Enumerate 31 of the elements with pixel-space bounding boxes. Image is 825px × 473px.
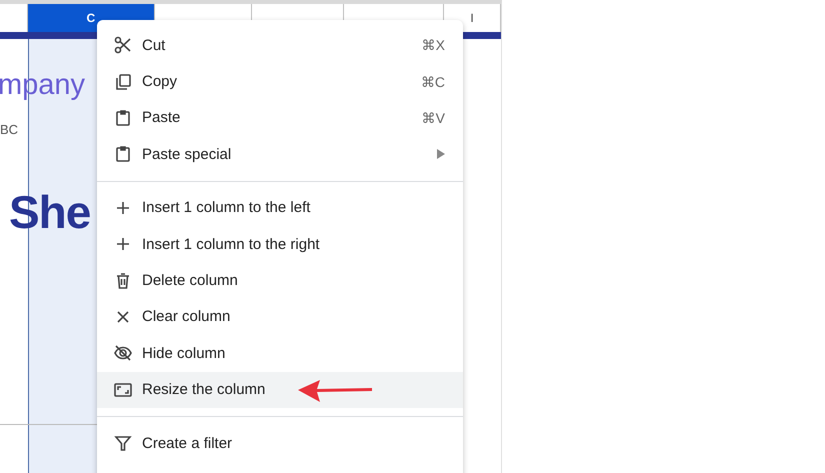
menu-item[interactable]: Delete column (97, 262, 463, 299)
menu-item[interactable]: Insert 1 column to the right (97, 226, 463, 262)
menu-label: Insert 1 column to the right (142, 236, 321, 253)
scissors-icon (113, 35, 133, 56)
menu-item[interactable]: Insert 1 column to the left (97, 190, 463, 226)
eye-off-icon (113, 343, 133, 364)
clipboard-icon (113, 144, 133, 164)
menu-label: Copy (142, 73, 178, 90)
menu-item[interactable]: Hide column (97, 335, 463, 372)
menu-item[interactable]: Paste special (97, 136, 463, 173)
shortcut-text: ⌘V (422, 110, 445, 126)
menu-label: Resize the column (142, 381, 266, 398)
menu-label: Delete column (142, 272, 239, 290)
menu-label: Clear column (142, 308, 232, 326)
menu-label: Cut (142, 36, 166, 54)
menu-label: Insert 1 column to the left (142, 199, 312, 216)
menu-label: Hide column (142, 344, 226, 362)
menu-item[interactable]: Create a filter (97, 424, 463, 462)
menu-item[interactable]: Clear column (97, 298, 463, 336)
cell-text: BC (0, 122, 18, 137)
filter-icon (113, 433, 133, 454)
menu-label: Paste (142, 109, 182, 126)
copy-icon (113, 72, 133, 92)
menu-label: Create a filter (142, 434, 234, 452)
shortcut-text: ⌘X (422, 37, 445, 54)
shortcut-text: ⌘C (420, 74, 445, 90)
menu-label: Paste special (142, 146, 232, 163)
clipboard-icon (113, 108, 133, 128)
menu-item[interactable]: Copy ⌘C (97, 63, 463, 100)
menu-item[interactable]: Paste ⌘V (97, 100, 463, 136)
menu-item[interactable]: Resize the column (97, 372, 463, 408)
